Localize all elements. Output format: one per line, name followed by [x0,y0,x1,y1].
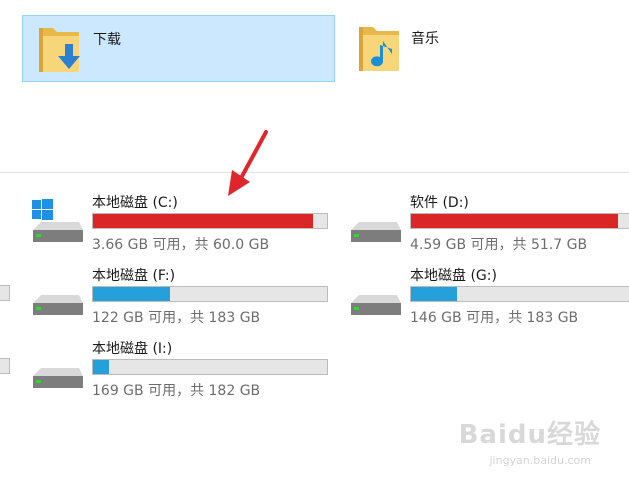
drive-item-i[interactable]: 本地磁盘 (I:) 169 GB 可用，共 182 GB [30,338,328,404]
drive-free-space: 4.59 GB 可用，共 51.7 GB [410,237,588,253]
drive-free-space: 122 GB 可用，共 183 GB [92,310,261,326]
partial-drive-bar-left [0,358,10,374]
drive-name: 本地磁盘 (G:) [410,268,497,284]
drive-name: 本地磁盘 (C:) [92,195,178,211]
drive-free-space: 169 GB 可用，共 182 GB [92,383,261,399]
windows-drive-icon [32,199,83,242]
drive-usage-fill [411,214,619,228]
drive-item-c[interactable]: 本地磁盘 (C:) 3.66 GB 可用，共 60.0 GB [30,192,328,258]
drive-usage-bar [92,213,328,229]
drive-item-d[interactable]: 软件 (D:) 4.59 GB 可用，共 51.7 GB [348,192,629,258]
drive-icon [351,295,401,315]
drive-item-f[interactable]: 本地磁盘 (F:) 122 GB 可用，共 183 GB [30,265,328,331]
drive-free-space: 3.66 GB 可用，共 60.0 GB [92,237,270,253]
drive-usage-fill [93,360,110,374]
file-explorer-view: { "folders": [ { "label": "下载", "icon": … [0,0,629,481]
drive-usage-bar [410,213,629,229]
drive-usage-bar [410,286,629,302]
baidu-watermark-logo: Baidu经验 [458,420,601,450]
folder-label-music: 音乐 [411,31,439,47]
downloads-folder-icon [39,28,80,72]
drive-usage-fill [411,287,457,301]
baidu-watermark-url: jingyan.baidu.com [489,454,591,467]
drive-name: 本地磁盘 (F:) [92,268,176,284]
folder-label-downloads: 下载 [93,32,121,48]
folder-tile-downloads[interactable]: 下载 [22,15,335,82]
red-arrow-icon [228,130,268,196]
drive-icon [33,295,83,315]
drive-usage-fill [93,287,171,301]
drive-usage-bar [92,286,328,302]
partial-drive-bar-left [0,285,10,301]
drive-name: 软件 (D:) [410,195,469,211]
music-folder-icon [359,27,399,71]
drive-usage-bar [92,359,328,375]
folder-tile-music[interactable]: 音乐 [345,15,605,82]
drive-name: 本地磁盘 (I:) [92,341,173,357]
drive-usage-fill [93,214,313,228]
drive-icon [33,368,83,388]
section-divider [0,172,629,173]
drive-icon [351,222,401,242]
drive-item-g[interactable]: 本地磁盘 (G:) 146 GB 可用，共 183 GB [348,265,629,331]
drive-free-space: 146 GB 可用，共 183 GB [410,310,579,326]
